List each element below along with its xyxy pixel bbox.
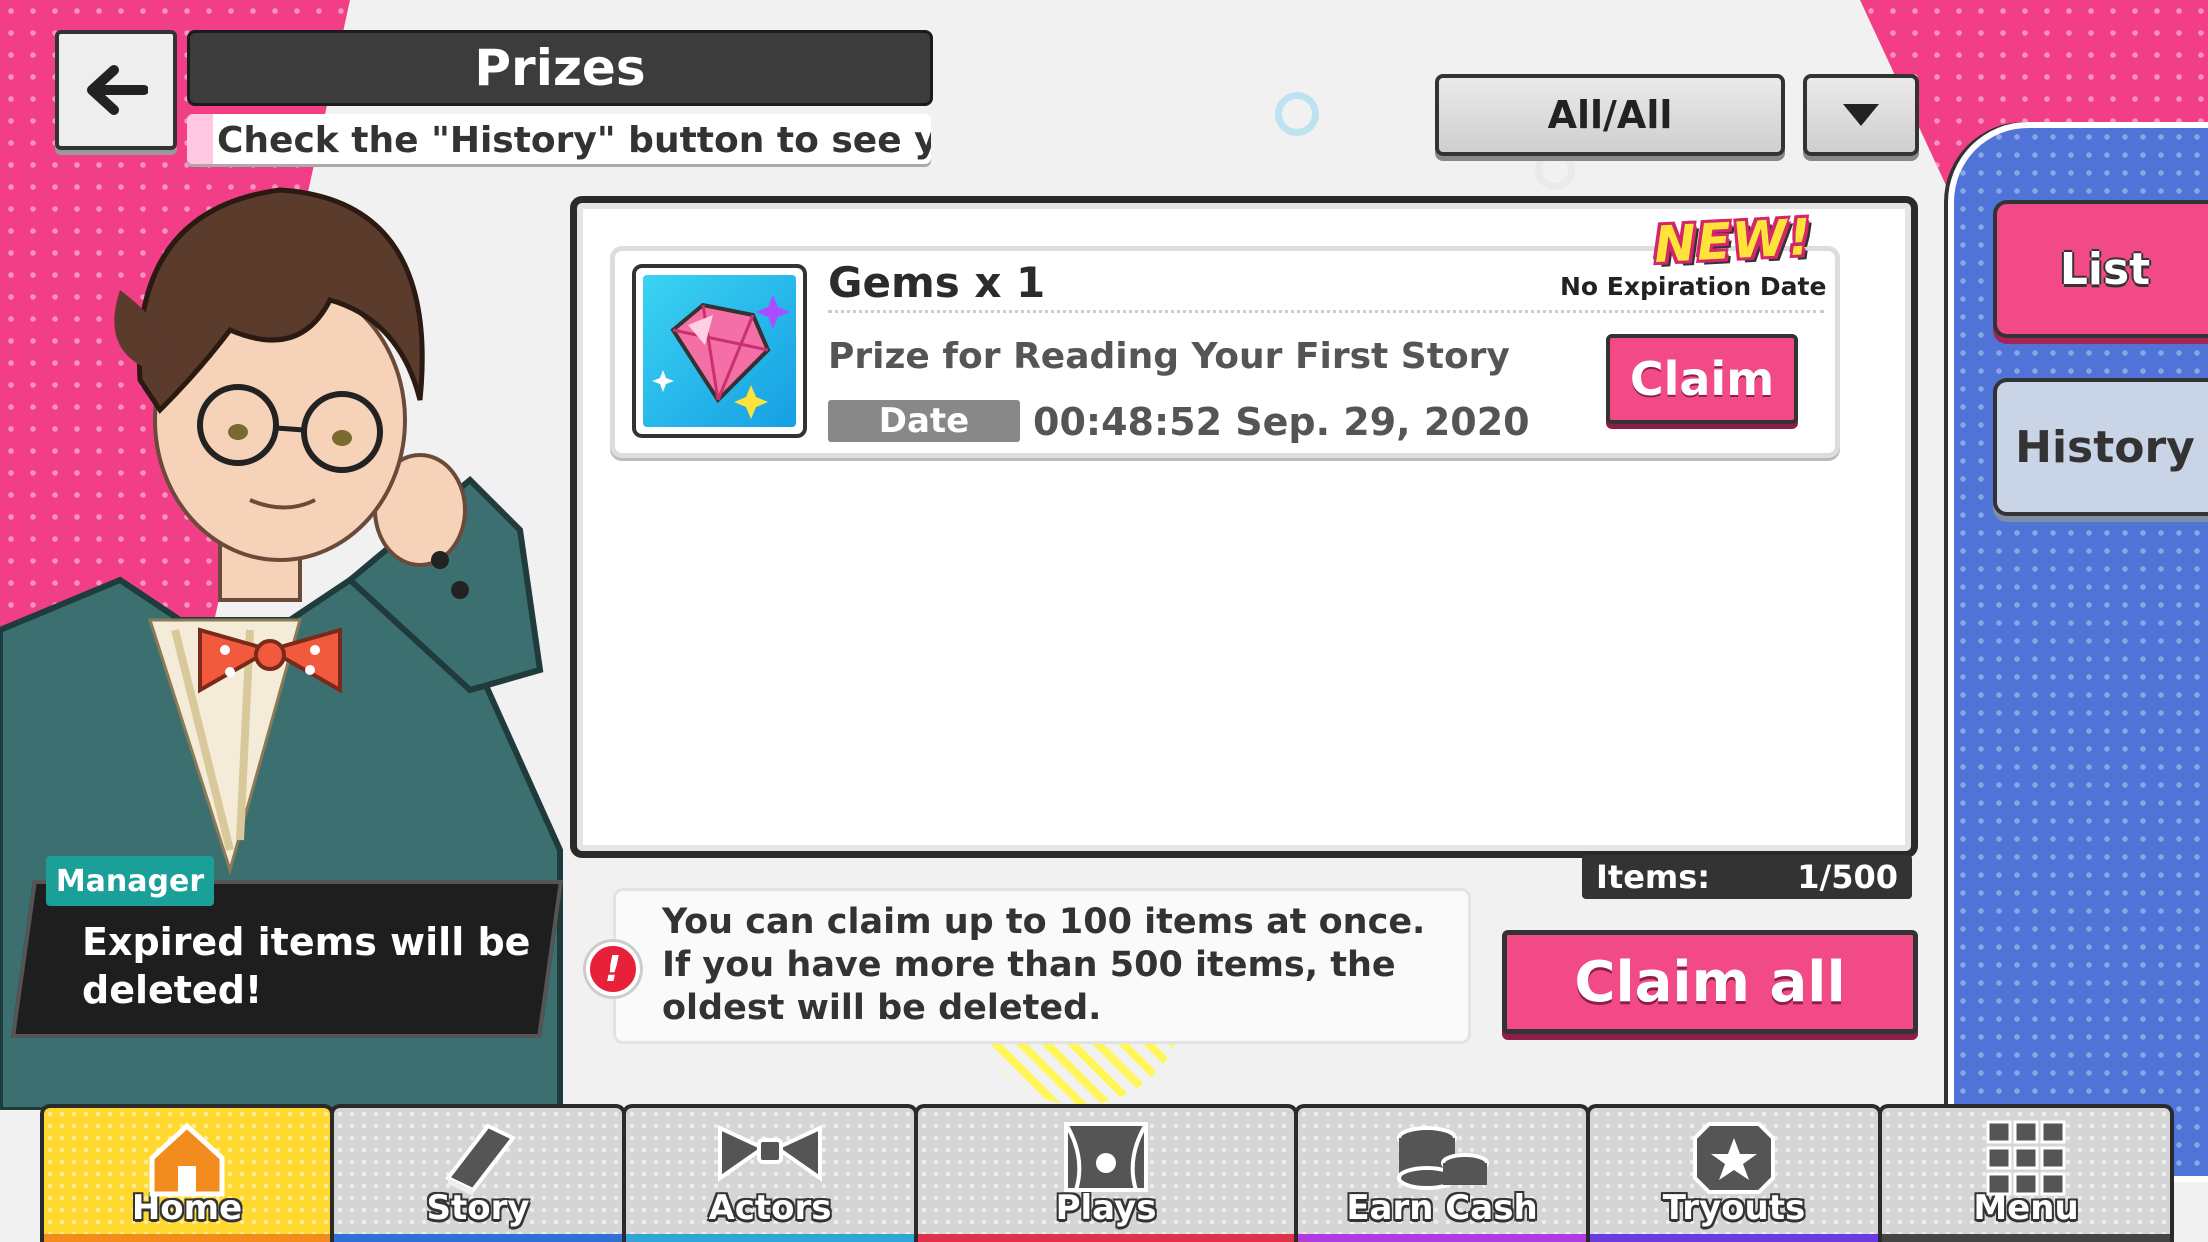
nav-home[interactable]: Home: [40, 1104, 334, 1242]
new-badge: NEW!: [1652, 207, 1814, 275]
notice-line-3: oldest will be deleted.: [662, 988, 1102, 1028]
nav-story[interactable]: Story: [330, 1104, 626, 1242]
nav-stripe: [1882, 1234, 2170, 1242]
claim-button[interactable]: Claim: [1606, 334, 1798, 424]
nav-stripe: [44, 1234, 330, 1242]
coins-icon: [1397, 1126, 1489, 1190]
items-counter: Items: 1/500: [1582, 855, 1912, 899]
notice-line-1: You can claim up to 100 items at once.: [662, 902, 1426, 942]
items-counter-label: Items:: [1596, 858, 1711, 896]
filter-dropdown-button[interactable]: [1803, 74, 1919, 156]
bottom-nav: Home Story Actors Plays Earn Cash Tryout…: [40, 1104, 2174, 1242]
theater-icon: [1064, 1122, 1148, 1192]
date-label: Date: [828, 400, 1020, 442]
grid-menu-icon: [1986, 1120, 2066, 1196]
speech-text: Expired items will be deleted!: [82, 920, 531, 1012]
book-icon: [444, 1123, 517, 1196]
divider: [828, 310, 1824, 313]
filter-label: All/All: [1547, 93, 1673, 137]
decorative-ring: [1275, 92, 1319, 136]
filter-button[interactable]: All/All: [1435, 74, 1785, 156]
tab-history[interactable]: History: [1993, 378, 2208, 516]
tab-list-label: List: [2059, 243, 2151, 295]
warning-icon: !: [586, 942, 640, 996]
info-ticker: Check the "History" button to see yo: [187, 114, 931, 164]
tab-list[interactable]: List: [1993, 200, 2208, 338]
ticker-text: Check the "History" button to see yo: [217, 120, 931, 161]
nav-stripe: [1590, 1234, 1878, 1242]
nav-stripe: [918, 1234, 1294, 1242]
claim-all-button[interactable]: Claim all: [1502, 930, 1918, 1034]
gem-icon: [632, 264, 807, 438]
nav-earn-cash[interactable]: Earn Cash: [1294, 1104, 1590, 1242]
notice-line-2: If you have more than 500 items, the: [662, 945, 1396, 985]
nav-stripe: [334, 1234, 622, 1242]
back-button[interactable]: [55, 30, 177, 150]
nav-stripe: [626, 1234, 914, 1242]
star-badge-icon: [1693, 1122, 1775, 1194]
tab-history-label: History: [2015, 421, 2195, 473]
date-value: 00:48:52 Sep. 29, 2020: [1033, 400, 1530, 444]
speaker-name-tag: Manager: [46, 856, 214, 906]
items-counter-value: 1/500: [1797, 858, 1898, 896]
nav-plays[interactable]: Plays: [914, 1104, 1298, 1242]
nav-menu[interactable]: Menu: [1878, 1104, 2174, 1242]
nav-actors[interactable]: Actors: [622, 1104, 918, 1242]
chevron-down-icon: [1843, 104, 1879, 126]
expiration-text: No Expiration Date: [1560, 272, 1827, 301]
prize-name: Gems x 1: [828, 258, 1046, 307]
nav-stripe: [1298, 1234, 1586, 1242]
arrow-left-icon: [87, 65, 148, 115]
nav-tryouts[interactable]: Tryouts: [1586, 1104, 1882, 1242]
nav-actors-label: Actors: [708, 1188, 832, 1228]
home-icon: [149, 1122, 225, 1197]
prize-description: Prize for Reading Your First Story: [828, 336, 1510, 377]
page-title: Prizes: [187, 30, 933, 106]
decorative-ring: [1535, 150, 1575, 190]
bowtie-icon: [718, 1124, 822, 1182]
